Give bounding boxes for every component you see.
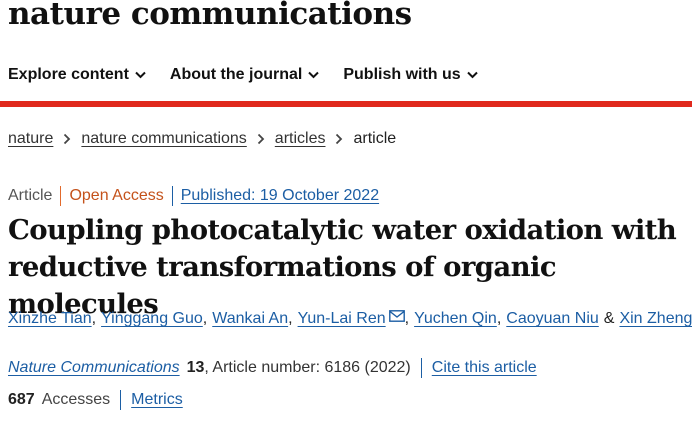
metrics-divider	[120, 390, 122, 410]
open-access-label: Open Access	[69, 187, 164, 204]
article-meta: Article Open Access Published: 19 Octobe…	[8, 186, 379, 206]
nav-publish-with-us[interactable]: Publish with us	[343, 66, 478, 84]
chevron-down-icon	[466, 71, 478, 79]
author-link[interactable]: Yinggang Guo	[101, 310, 203, 328]
breadcrumb-nature-communications[interactable]: nature communications	[81, 130, 246, 148]
citation-divider	[420, 358, 422, 378]
published-date-link[interactable]: Published: 19 October 2022	[181, 187, 379, 205]
chevron-down-icon	[135, 71, 146, 79]
meta-divider	[60, 186, 62, 206]
metrics-link[interactable]: Metrics	[131, 391, 183, 409]
author-list: Xinzhe Tian, Yinggang Guo, Wankai An, Yu…	[8, 310, 692, 328]
chevron-right-icon	[257, 133, 265, 145]
header-divider	[0, 101, 692, 107]
article-title: Coupling photocatalytic water oxidation …	[8, 212, 688, 323]
article-type: Article	[8, 187, 53, 204]
breadcrumb-current: article	[353, 130, 397, 147]
chevron-down-icon	[308, 71, 320, 79]
author-separator: ,	[496, 310, 502, 327]
chevron-right-icon	[63, 133, 71, 145]
title-line: Coupling photocatalytic water oxidation …	[8, 214, 677, 246]
author-and: &	[603, 310, 615, 327]
chevron-right-icon	[335, 133, 343, 145]
author-separator: ,	[202, 310, 208, 327]
nav-explore-content[interactable]: Explore content	[8, 66, 146, 84]
mail-icon[interactable]	[388, 310, 405, 322]
breadcrumb-nature[interactable]: nature	[8, 130, 53, 148]
site-logo[interactable]: nature communications	[8, 0, 412, 32]
metrics-line: 687 Accesses Metrics	[8, 390, 183, 410]
nav-label: Publish with us	[343, 66, 461, 83]
article-number: , Article number: 6186 (2022)	[204, 359, 411, 376]
main-nav: Explore content About the journal Publis…	[8, 66, 502, 84]
author-link[interactable]: Xin Zheng	[619, 310, 692, 328]
author-link[interactable]: Yuchen Qin	[414, 310, 497, 328]
volume-number: 13	[186, 359, 205, 376]
author-link[interactable]: Yun-Lai Ren	[298, 310, 386, 328]
author-separator: ,	[288, 310, 293, 327]
nav-label: About the journal	[169, 66, 303, 83]
breadcrumb: nature nature communications articles ar…	[8, 130, 396, 148]
nav-label: Explore content	[8, 66, 129, 83]
meta-divider	[171, 186, 173, 206]
accesses-count: 687	[8, 391, 35, 408]
nav-about-journal[interactable]: About the journal	[169, 66, 320, 84]
author-link[interactable]: Caoyuan Niu	[506, 310, 599, 328]
author-link[interactable]: Xinzhe Tian	[8, 310, 92, 328]
author-separator: ,	[91, 310, 97, 327]
article-page: nature communications Explore content Ab…	[0, 0, 692, 422]
author-link[interactable]: Wankai An	[212, 310, 288, 328]
cite-article-link[interactable]: Cite this article	[432, 359, 537, 377]
breadcrumb-articles[interactable]: articles	[275, 130, 326, 148]
author-separator: ,	[404, 310, 410, 327]
citation-line: Nature Communications 13 , Article numbe…	[8, 358, 537, 378]
accesses-label: Accesses	[41, 391, 111, 408]
journal-link[interactable]: Nature Communications	[8, 359, 180, 377]
